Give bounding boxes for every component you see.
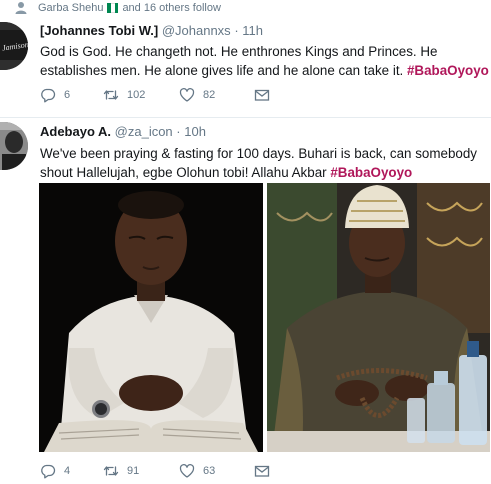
- nigeria-flag-icon: [107, 3, 119, 13]
- tweet-actions: 4 91 63: [40, 463, 270, 479]
- like-button[interactable]: 82: [179, 87, 254, 103]
- reply-count: 6: [64, 89, 71, 101]
- retweet-icon: [103, 466, 119, 476]
- retweet-count: 91: [127, 465, 140, 477]
- fullname[interactable]: Adebayo A.: [40, 124, 111, 139]
- like-count: 82: [203, 89, 216, 101]
- hashtag-link[interactable]: #BabaOyoyo: [407, 63, 489, 78]
- message-icon: [254, 89, 270, 101]
- avatar[interactable]: [0, 122, 28, 170]
- handle[interactable]: @Johannxs: [162, 23, 231, 38]
- tweet-header: Adebayo A. @za_icon · 10h: [40, 124, 206, 139]
- tweet-photo[interactable]: [39, 183, 263, 452]
- message-icon: [254, 465, 270, 477]
- hashtag-link[interactable]: #BabaOyoyo: [330, 165, 412, 180]
- reply-button[interactable]: 6: [40, 87, 103, 103]
- reply-icon: [41, 464, 56, 479]
- tweet-text-body: God is God. He changeth not. He enthrone…: [40, 44, 438, 78]
- fullname[interactable]: [Johannes Tobi W.]: [40, 23, 158, 38]
- separator: ·: [234, 23, 239, 38]
- like-count: 63: [203, 465, 216, 477]
- social-context-suffix: and 16 others follow: [122, 2, 221, 14]
- like-button[interactable]: 63: [179, 463, 254, 479]
- like-icon: [179, 463, 195, 478]
- tweet-text: We've been praying & fasting for 100 day…: [40, 144, 490, 182]
- social-context-name[interactable]: Garba Shehu: [38, 2, 103, 14]
- tweet[interactable]: Jamison [Johannes Tobi W.] @Johannxs · 1…: [0, 16, 491, 117]
- avatar[interactable]: Jamison: [0, 22, 28, 70]
- tweet-text: God is God. He changeth not. He enthrone…: [40, 42, 490, 80]
- retweet-button[interactable]: 102: [103, 87, 179, 103]
- person-icon: [15, 2, 27, 14]
- direct-message-button[interactable]: [254, 463, 270, 479]
- reply-button[interactable]: 4: [40, 463, 103, 479]
- retweet-count: 102: [127, 89, 146, 101]
- reply-count: 4: [64, 465, 71, 477]
- social-context: Garba Shehu and 16 others follow: [14, 0, 221, 16]
- retweet-button[interactable]: 91: [103, 463, 179, 479]
- like-icon: [179, 87, 195, 102]
- direct-message-button[interactable]: [254, 87, 270, 103]
- timestamp[interactable]: 11h: [242, 23, 263, 38]
- timestamp[interactable]: 10h: [184, 124, 206, 139]
- retweet-icon: [103, 90, 119, 100]
- tweet-header: [Johannes Tobi W.] @Johannxs · 11h: [40, 23, 263, 38]
- tweet[interactable]: Adebayo A. @za_icon · 10h We've been pra…: [0, 117, 491, 484]
- tweet-photo[interactable]: [267, 183, 490, 452]
- handle[interactable]: @za_icon: [115, 124, 173, 139]
- separator: ·: [176, 124, 181, 139]
- reply-icon: [41, 88, 56, 103]
- tweet-actions: 6 102 82: [40, 87, 270, 103]
